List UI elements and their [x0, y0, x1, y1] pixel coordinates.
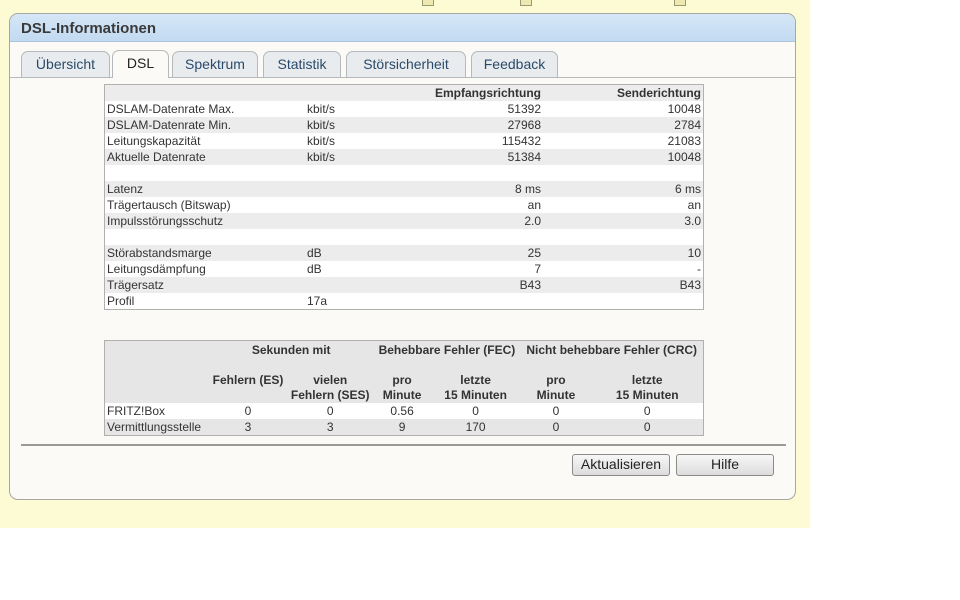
- tab-statistik[interactable]: Statistik: [263, 51, 341, 77]
- tab-spektrum[interactable]: Spektrum: [172, 51, 258, 77]
- table-row: DSLAM-Datenrate Min. kbit/s 27968 2784: [104, 117, 704, 133]
- dsl-info-panel: DSL-Informationen Übersicht DSL Spektrum…: [9, 13, 796, 500]
- table-header-row: Sekunden mit Behebbare Fehler (FEC) Nich…: [104, 340, 704, 373]
- col-header-crc-last-15: letzte 15 Minuten: [591, 373, 704, 403]
- group-header-fec: Behebbare Fehler (FEC): [373, 340, 521, 373]
- refresh-button[interactable]: Aktualisieren: [572, 454, 670, 476]
- tab-feedback[interactable]: Feedback: [471, 51, 558, 77]
- table-row: DSLAM-Datenrate Max. kbit/s 51392 10048: [107, 102, 701, 116]
- error-stats-table: Sekunden mit Behebbare Fehler (FEC) Nich…: [104, 340, 704, 436]
- table-row: Vermittlungsstelle 3 3 9 170 0 0: [104, 419, 704, 436]
- table-row: Leitungsdämpfung dB 7 -: [107, 262, 701, 276]
- table-row: Störabstandsmarge dB 25 10: [104, 245, 704, 261]
- help-button[interactable]: Hilfe: [676, 454, 774, 476]
- table-row: Impulsstörungsschutz 2.0 3.0: [104, 213, 704, 229]
- spacer-row: [105, 229, 704, 245]
- toolbar-icon[interactable]: [674, 0, 686, 6]
- table-subheader-row: Fehlern (ES) vielen Fehlern (SES) pro Minu…: [104, 373, 704, 403]
- spacer-row: [105, 165, 704, 181]
- toolbar-icon[interactable]: [422, 0, 434, 6]
- table-row: Profil 17a: [107, 294, 328, 308]
- table-row: Latenz 8 ms 6 ms: [104, 181, 704, 197]
- col-header-es: Fehlern (ES): [209, 373, 288, 403]
- group-header-crc: Nicht behebbare Fehler (CRC): [520, 340, 704, 373]
- col-header-rx: Empfangsrichtung: [389, 84, 543, 101]
- panel-title: DSL-Informationen: [21, 20, 156, 37]
- toolbar-icons-partial: [410, 0, 770, 6]
- col-header-crc-per-minute: pro Minute: [520, 373, 592, 403]
- col-header-ses: vielen Fehlern (SES): [287, 373, 374, 403]
- table-row: Trägersatz B43 B43: [104, 277, 704, 293]
- toolbar-icon[interactable]: [520, 0, 532, 6]
- table-row: Aktuelle Datenrate kbit/s 51384 10048: [104, 149, 704, 165]
- tab-stoersicherheit[interactable]: Störsicherheit: [346, 51, 466, 77]
- separator-line: [21, 444, 786, 446]
- col-header-fec-last-15: letzte 15 Minuten: [430, 373, 521, 403]
- tab-uebersicht[interactable]: Übersicht: [21, 51, 110, 77]
- col-header-fec-per-minute: pro Minute: [373, 373, 431, 403]
- table-row: Leitungskapazität kbit/s 115432 21083: [107, 134, 701, 148]
- tab-dsl[interactable]: DSL: [112, 50, 169, 78]
- group-header-seconds: Sekunden mit: [209, 340, 374, 373]
- table-row: FRITZ!Box 0 0 0.56 0 0 0: [107, 404, 651, 418]
- dsl-overview-table: Empfangsrichtung Senderichtung DSLAM-Dat…: [104, 84, 704, 310]
- table-header-row: Empfangsrichtung Senderichtung: [104, 84, 704, 101]
- table-row: Trägertausch (Bitswap) an an: [107, 198, 701, 212]
- col-header-tx: Senderichtung: [543, 84, 704, 101]
